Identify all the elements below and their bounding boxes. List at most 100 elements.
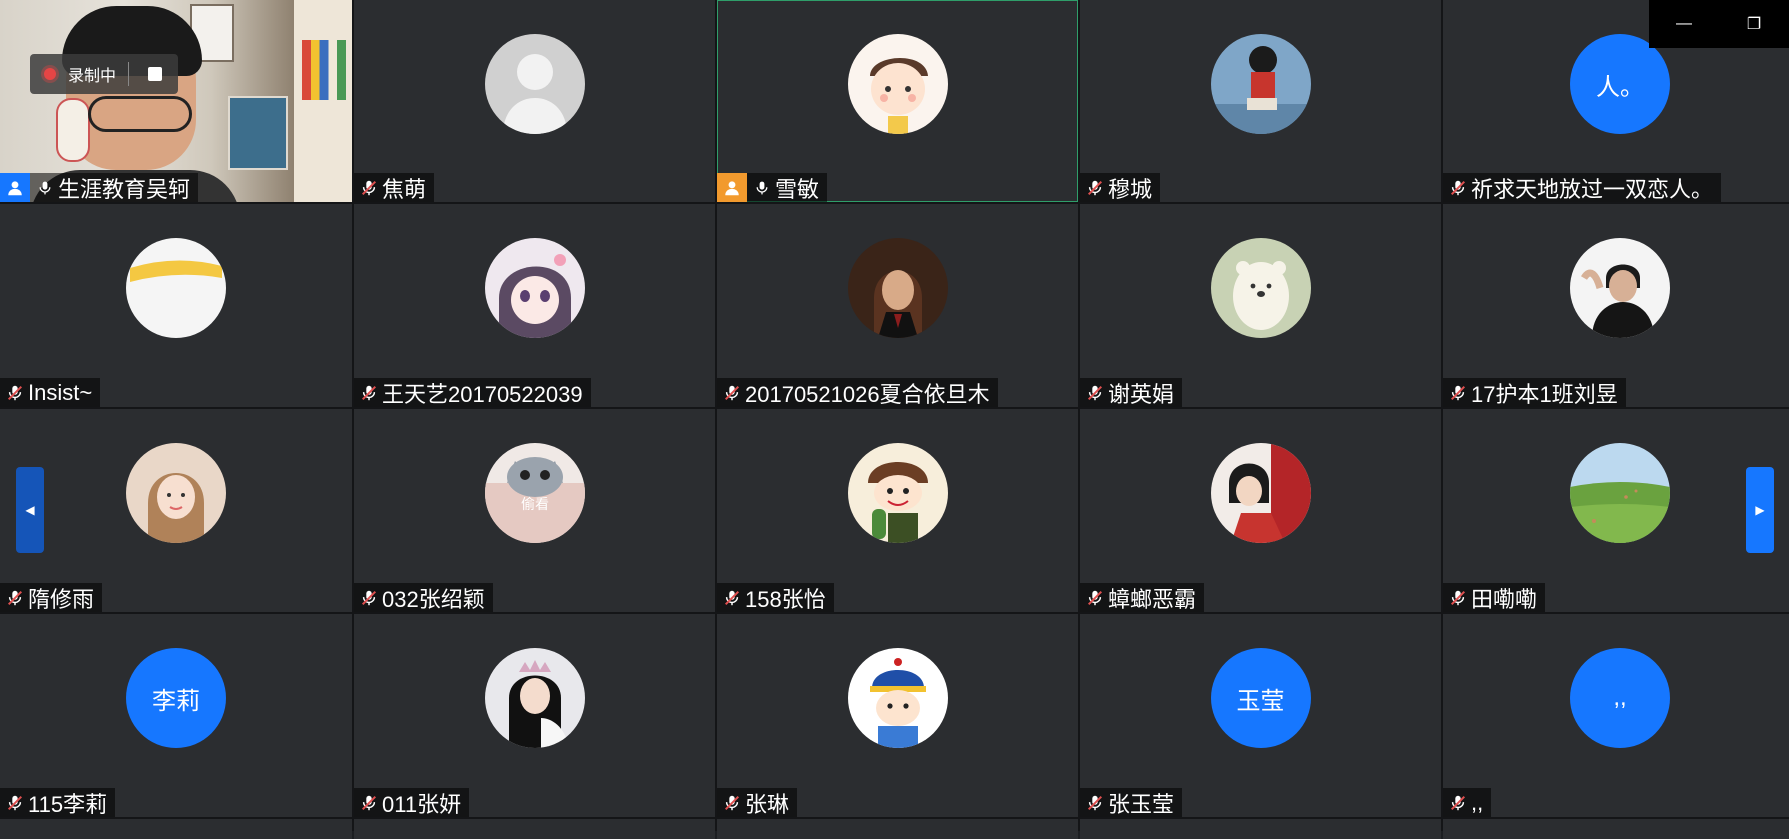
participant-name: 032张绍颖	[382, 586, 485, 612]
participant-tile[interactable]: 158张怡	[717, 409, 1078, 612]
avatar	[1210, 238, 1311, 338]
restore-button[interactable]: ❐	[1734, 14, 1774, 34]
avatar-initials: ,,	[1613, 684, 1627, 711]
mic-muted-icon	[1447, 587, 1469, 609]
participant-name-tag: 谢英娟	[1080, 378, 1183, 407]
mic-muted-icon	[358, 382, 380, 404]
avatar	[1210, 34, 1311, 134]
mic-muted-icon	[1447, 177, 1469, 199]
participant-tile[interactable]: 焦萌	[354, 0, 715, 202]
participant-grid: 录制中 生涯教育吴轲 焦萌 雪敏 穆城 人。 祈求天地放过一双恋人。 Insist~ 王天艺20…	[0, 0, 1789, 839]
avatar	[847, 443, 948, 543]
participant-tile[interactable]: 雪敏	[717, 0, 1078, 202]
participant-tile[interactable]: 谢英娟	[1080, 204, 1441, 407]
participant-tile[interactable]: 张琳	[717, 614, 1078, 817]
stop-recording-icon[interactable]	[148, 67, 162, 81]
participant-name: ,,	[1471, 789, 1484, 815]
avatar	[126, 443, 226, 543]
mic-muted-icon	[1084, 382, 1106, 404]
recording-indicator[interactable]: 录制中	[30, 54, 178, 94]
participant-name-tag: 田嘞嘞	[1443, 583, 1546, 612]
participant-name: 田嘞嘞	[1471, 586, 1538, 612]
mic-muted-icon	[721, 792, 743, 814]
participant-name-tag: 雪敏	[717, 173, 828, 202]
participant-name-tag: Insist~	[0, 378, 101, 407]
mic-icon	[34, 177, 56, 199]
participant-name-tag: 115李莉	[0, 788, 116, 817]
avatar	[1210, 443, 1311, 543]
participant-tile[interactable]: 王天艺20170522039	[354, 204, 715, 407]
wall-picture	[228, 96, 288, 170]
mic-muted-icon	[1084, 587, 1106, 609]
participant-tile-cropped	[0, 819, 352, 839]
participant-name: 张琳	[745, 791, 790, 817]
next-page-arrow[interactable]: ▶	[1746, 467, 1774, 553]
participant-name-tag: 焦萌	[354, 173, 435, 202]
mic-muted-icon	[1084, 177, 1106, 199]
participant-tile[interactable]: 蟑螂恶霸	[1080, 409, 1441, 612]
avatar-initials: 李莉	[152, 687, 200, 715]
participant-tile[interactable]: 隋修雨	[0, 409, 352, 612]
participant-name: 谢英娟	[1108, 381, 1175, 407]
person-icon	[717, 173, 747, 202]
participant-name: 158张怡	[745, 586, 826, 612]
avatar	[1570, 443, 1670, 543]
mic-muted-icon	[1084, 792, 1106, 814]
person-icon	[0, 173, 30, 202]
participant-tile[interactable]: 玉莹张玉莹	[1080, 614, 1441, 817]
participant-name-tag: 蟑螂恶霸	[1080, 583, 1205, 612]
participant-tile[interactable]: 李莉 115李莉	[0, 614, 352, 817]
participant-name-tag: 张琳	[717, 788, 798, 817]
avatar-initials: 玉莹	[1236, 687, 1285, 715]
glasses	[88, 96, 192, 132]
participant-name-tag: 158张怡	[717, 583, 834, 612]
mic-muted-icon	[4, 792, 26, 814]
participant-name-tag: 011张妍	[354, 788, 470, 817]
participant-name: 17护本1班刘昱	[1471, 381, 1618, 407]
participant-name: 011张妍	[382, 791, 462, 817]
participant-name: 张玉莹	[1108, 791, 1175, 817]
participant-tile-cropped	[1080, 819, 1441, 839]
avatar	[484, 238, 585, 338]
avatar: 玉莹	[1210, 648, 1311, 748]
mic-muted-icon	[4, 587, 26, 609]
participant-name-tag: 032张绍颖	[354, 583, 493, 612]
participant-tile[interactable]: ,,,,	[1443, 614, 1789, 817]
mic-muted-icon	[358, 792, 380, 814]
participant-name-tag: 隋修雨	[0, 583, 103, 612]
participant-tile[interactable]: 偷看 032张绍颖	[354, 409, 715, 612]
mic-muted-icon	[1447, 792, 1469, 814]
mic-muted-icon	[358, 587, 380, 609]
participant-tile[interactable]: 011张妍	[354, 614, 715, 817]
participant-name: 祈求天地放过一双恋人。	[1471, 176, 1714, 202]
participant-name: 穆城	[1108, 176, 1153, 202]
participant-tile[interactable]: 穆城	[1080, 0, 1441, 202]
recording-label: 录制中	[68, 68, 117, 85]
participant-name: 生涯教育吴轲	[58, 176, 191, 202]
previous-page-arrow[interactable]: ◀	[16, 467, 44, 553]
avatar	[847, 34, 948, 134]
participant-tile-cropped	[717, 819, 1078, 839]
participant-name-tag: 穆城	[1080, 173, 1161, 202]
participant-name: 20170521026夏合依旦木	[745, 381, 990, 407]
participant-tile[interactable]: 20170521026夏合依旦木	[717, 204, 1078, 407]
avatar: 人。	[1570, 34, 1670, 134]
participant-name: 雪敏	[775, 176, 820, 202]
participant-name-tag: 王天艺20170522039	[354, 378, 591, 407]
participant-tile[interactable]: 田嘞嘞	[1443, 409, 1789, 612]
window-controls: — ❐	[1649, 0, 1789, 48]
avatar	[484, 34, 585, 134]
participant-tile[interactable]: Insist~	[0, 204, 352, 407]
chevron-left-icon: ◀	[25, 503, 35, 517]
minimize-button[interactable]: —	[1664, 15, 1704, 33]
participant-tile[interactable]: 17护本1班刘昱	[1443, 204, 1789, 407]
participant-tile[interactable]: 录制中生涯教育吴轲	[0, 0, 352, 202]
participant-name-tag: 张玉莹	[1080, 788, 1183, 817]
avatar	[484, 648, 585, 748]
avatar: 偷看	[484, 443, 585, 543]
participant-name: 蟑螂恶霸	[1108, 586, 1197, 612]
participant-name-tag: 20170521026夏合依旦木	[717, 378, 998, 407]
mic-muted-icon	[721, 587, 743, 609]
participant-tile-cropped	[1443, 819, 1789, 839]
mic-icon	[751, 177, 773, 199]
